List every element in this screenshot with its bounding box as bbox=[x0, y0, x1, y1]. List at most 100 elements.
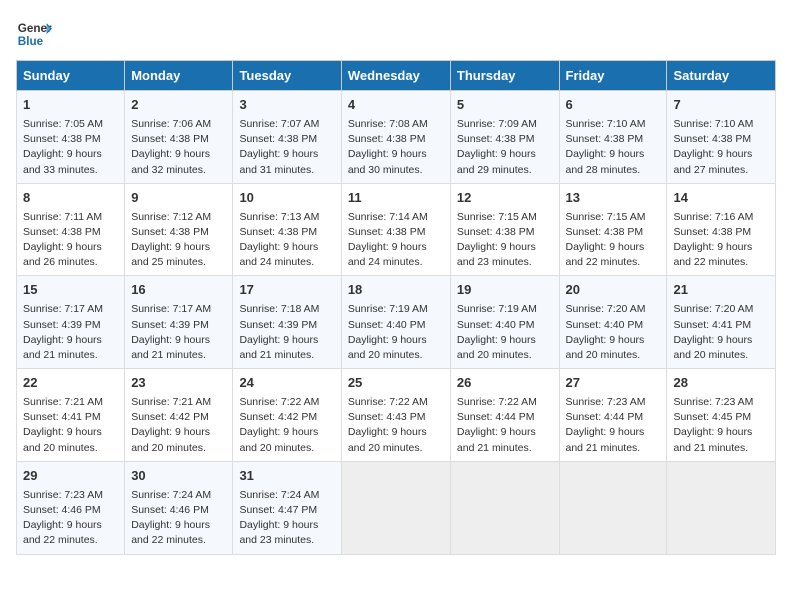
calendar-cell: 13Sunrise: 7:15 AMSunset: 4:38 PMDayligh… bbox=[559, 183, 667, 276]
day-number: 4 bbox=[348, 96, 444, 115]
calendar-table: SundayMondayTuesdayWednesdayThursdayFrid… bbox=[16, 60, 776, 555]
calendar-cell: 22Sunrise: 7:21 AMSunset: 4:41 PMDayligh… bbox=[17, 369, 125, 462]
weekday-header-monday: Monday bbox=[125, 61, 233, 91]
daylight: Daylight: 9 hours and 20 minutes. bbox=[348, 334, 427, 361]
logo: General Blue bbox=[16, 16, 52, 52]
daylight: Daylight: 9 hours and 21 minutes. bbox=[239, 334, 318, 361]
calendar-cell: 3Sunrise: 7:07 AMSunset: 4:38 PMDaylight… bbox=[233, 91, 341, 184]
week-row-1: 1Sunrise: 7:05 AMSunset: 4:38 PMDaylight… bbox=[17, 91, 776, 184]
sunrise: Sunrise: 7:19 AM bbox=[348, 303, 428, 315]
sunrise: Sunrise: 7:22 AM bbox=[457, 396, 537, 408]
day-number: 1 bbox=[23, 96, 118, 115]
day-number: 30 bbox=[131, 467, 226, 486]
sunset: Sunset: 4:38 PM bbox=[673, 133, 751, 145]
sunset: Sunset: 4:38 PM bbox=[131, 133, 209, 145]
sunset: Sunset: 4:38 PM bbox=[457, 226, 535, 238]
sunrise: Sunrise: 7:09 AM bbox=[457, 118, 537, 130]
day-number: 29 bbox=[23, 467, 118, 486]
sunset: Sunset: 4:38 PM bbox=[673, 226, 751, 238]
weekday-header-thursday: Thursday bbox=[450, 61, 559, 91]
sunset: Sunset: 4:39 PM bbox=[23, 319, 101, 331]
weekday-header-friday: Friday bbox=[559, 61, 667, 91]
sunset: Sunset: 4:44 PM bbox=[566, 411, 644, 423]
weekday-header-sunday: Sunday bbox=[17, 61, 125, 91]
sunrise: Sunrise: 7:22 AM bbox=[239, 396, 319, 408]
sunrise: Sunrise: 7:15 AM bbox=[457, 211, 537, 223]
daylight: Daylight: 9 hours and 30 minutes. bbox=[348, 148, 427, 175]
sunset: Sunset: 4:38 PM bbox=[23, 133, 101, 145]
sunrise: Sunrise: 7:08 AM bbox=[348, 118, 428, 130]
sunrise: Sunrise: 7:22 AM bbox=[348, 396, 428, 408]
calendar-cell: 27Sunrise: 7:23 AMSunset: 4:44 PMDayligh… bbox=[559, 369, 667, 462]
day-number: 31 bbox=[239, 467, 334, 486]
sunrise: Sunrise: 7:17 AM bbox=[131, 303, 211, 315]
calendar-cell: 24Sunrise: 7:22 AMSunset: 4:42 PMDayligh… bbox=[233, 369, 341, 462]
sunrise: Sunrise: 7:24 AM bbox=[239, 489, 319, 501]
sunset: Sunset: 4:45 PM bbox=[673, 411, 751, 423]
day-number: 19 bbox=[457, 281, 553, 300]
calendar-cell: 8Sunrise: 7:11 AMSunset: 4:38 PMDaylight… bbox=[17, 183, 125, 276]
day-number: 28 bbox=[673, 374, 769, 393]
day-number: 22 bbox=[23, 374, 118, 393]
daylight: Daylight: 9 hours and 32 minutes. bbox=[131, 148, 210, 175]
sunrise: Sunrise: 7:16 AM bbox=[673, 211, 753, 223]
sunrise: Sunrise: 7:14 AM bbox=[348, 211, 428, 223]
daylight: Daylight: 9 hours and 21 minutes. bbox=[566, 426, 645, 453]
sunrise: Sunrise: 7:12 AM bbox=[131, 211, 211, 223]
sunrise: Sunrise: 7:23 AM bbox=[673, 396, 753, 408]
sunrise: Sunrise: 7:15 AM bbox=[566, 211, 646, 223]
calendar-cell: 11 Sunrise: 7:14 AM Sunset: 4:38 PM Dayligh… bbox=[341, 183, 450, 276]
sunset: Sunset: 4:46 PM bbox=[23, 504, 101, 516]
week-row-2: 8Sunrise: 7:11 AMSunset: 4:38 PMDaylight… bbox=[17, 183, 776, 276]
sunset: Sunset: 4:38 PM bbox=[566, 133, 644, 145]
sunset: Sunset: 4:38 PM bbox=[131, 226, 209, 238]
calendar-cell: 25Sunrise: 7:22 AMSunset: 4:43 PMDayligh… bbox=[341, 369, 450, 462]
calendar-cell: 1Sunrise: 7:05 AMSunset: 4:38 PMDaylight… bbox=[17, 91, 125, 184]
sunrise: Sunrise: 7:19 AM bbox=[457, 303, 537, 315]
sunset: Sunset: 4:38 PM bbox=[348, 226, 426, 238]
daylight: Daylight: 9 hours and 24 minutes. bbox=[348, 241, 427, 268]
sunset: Sunset: 4:44 PM bbox=[457, 411, 535, 423]
calendar-cell: 31Sunrise: 7:24 AMSunset: 4:47 PMDayligh… bbox=[233, 461, 341, 554]
sunrise: Sunrise: 7:20 AM bbox=[673, 303, 753, 315]
calendar-cell: 30Sunrise: 7:24 AMSunset: 4:46 PMDayligh… bbox=[125, 461, 233, 554]
sunset: Sunset: 4:47 PM bbox=[239, 504, 317, 516]
calendar-cell bbox=[341, 461, 450, 554]
daylight: Daylight: 9 hours and 23 minutes. bbox=[457, 241, 536, 268]
calendar-cell: 18Sunrise: 7:19 AMSunset: 4:40 PMDayligh… bbox=[341, 276, 450, 369]
day-number: 20 bbox=[566, 281, 661, 300]
calendar-cell: 26Sunrise: 7:22 AMSunset: 4:44 PMDayligh… bbox=[450, 369, 559, 462]
day-number: 24 bbox=[239, 374, 334, 393]
sunset: Sunset: 4:38 PM bbox=[566, 226, 644, 238]
calendar-cell: 9Sunrise: 7:12 AMSunset: 4:38 PMDaylight… bbox=[125, 183, 233, 276]
daylight: Daylight: 9 hours and 22 minutes. bbox=[131, 519, 210, 546]
calendar-cell: 21Sunrise: 7:20 AMSunset: 4:41 PMDayligh… bbox=[667, 276, 776, 369]
sunset: Sunset: 4:40 PM bbox=[457, 319, 535, 331]
day-number: 23 bbox=[131, 374, 226, 393]
calendar-cell: 10Sunrise: 7:13 AMSunset: 4:38 PMDayligh… bbox=[233, 183, 341, 276]
day-number: 7 bbox=[673, 96, 769, 115]
calendar-cell: 7Sunrise: 7:10 AMSunset: 4:38 PMDaylight… bbox=[667, 91, 776, 184]
day-number: 11 bbox=[348, 189, 444, 208]
sunset: Sunset: 4:39 PM bbox=[131, 319, 209, 331]
day-number: 15 bbox=[23, 281, 118, 300]
sunset: Sunset: 4:46 PM bbox=[131, 504, 209, 516]
weekday-header-row: SundayMondayTuesdayWednesdayThursdayFrid… bbox=[17, 61, 776, 91]
calendar-cell bbox=[450, 461, 559, 554]
sunrise: Sunrise: 7:07 AM bbox=[239, 118, 319, 130]
daylight: Daylight: 9 hours and 21 minutes. bbox=[673, 426, 752, 453]
daylight: Daylight: 9 hours and 20 minutes. bbox=[566, 334, 645, 361]
day-number: 17 bbox=[239, 281, 334, 300]
calendar-cell: 23Sunrise: 7:21 AMSunset: 4:42 PMDayligh… bbox=[125, 369, 233, 462]
daylight: Daylight: 9 hours and 22 minutes. bbox=[673, 241, 752, 268]
page-header: General Blue bbox=[16, 16, 776, 52]
sunset: Sunset: 4:42 PM bbox=[131, 411, 209, 423]
daylight: Daylight: 9 hours and 27 minutes. bbox=[673, 148, 752, 175]
day-number: 2 bbox=[131, 96, 226, 115]
day-number: 14 bbox=[673, 189, 769, 208]
sunset: Sunset: 4:43 PM bbox=[348, 411, 426, 423]
calendar-cell: 14 Sunrise: 7:16 AM Sunset: 4:38 PM Dayligh… bbox=[667, 183, 776, 276]
sunset: Sunset: 4:41 PM bbox=[23, 411, 101, 423]
day-number: 21 bbox=[673, 281, 769, 300]
calendar-cell: 17Sunrise: 7:18 AMSunset: 4:39 PMDayligh… bbox=[233, 276, 341, 369]
